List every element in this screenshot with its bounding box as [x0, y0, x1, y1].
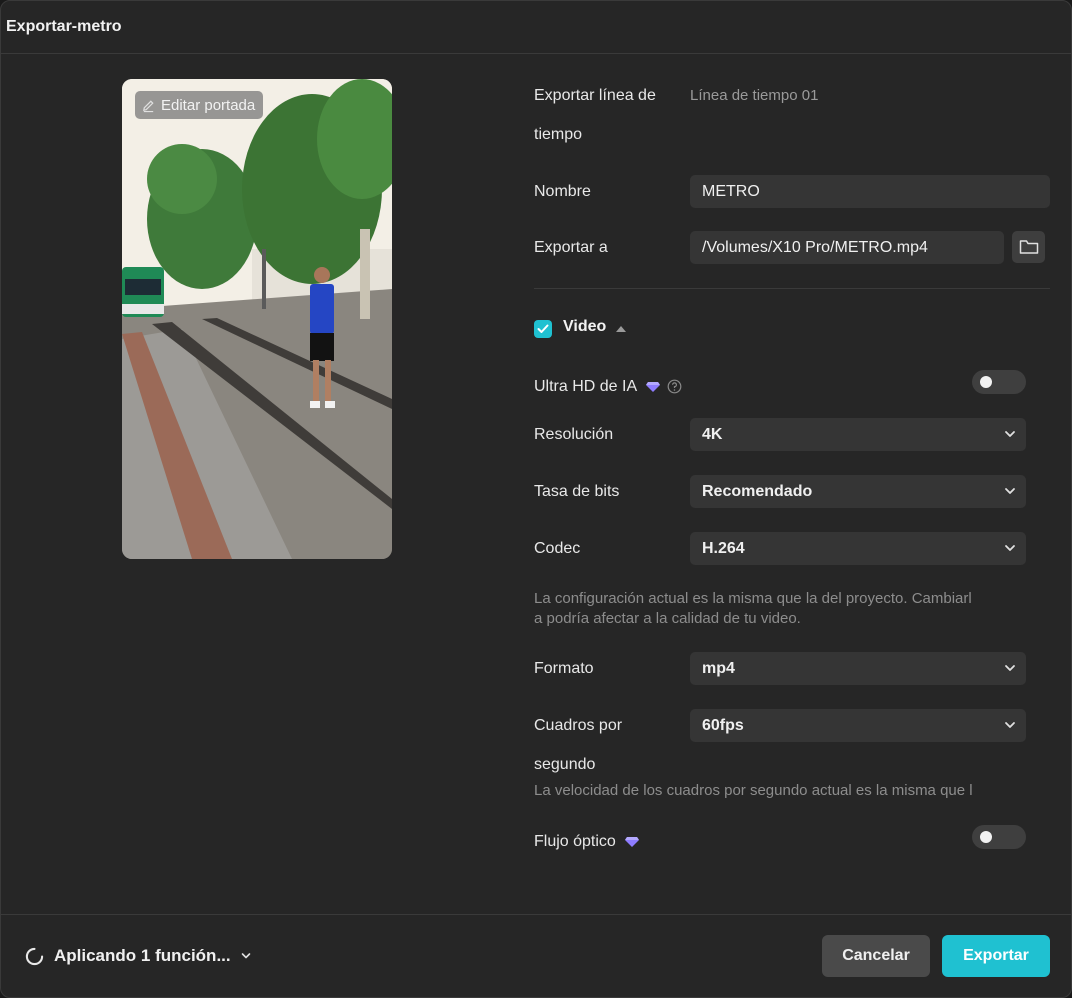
toggle-knob	[980, 831, 992, 843]
edit-cover-label: Editar portada	[161, 96, 256, 114]
export-button[interactable]: Exportar	[942, 935, 1050, 977]
format-value: mp4	[702, 659, 735, 677]
ultra-hd-label-text: Ultra HD de IA	[534, 378, 637, 395]
chevron-down-icon	[1005, 722, 1015, 728]
timeline-label-line2: tiempo	[534, 126, 583, 143]
spinner-icon	[25, 947, 44, 965]
optical-flow-toggle[interactable]	[972, 825, 1026, 849]
premium-gem-icon	[645, 381, 660, 392]
chevron-down-icon	[241, 953, 250, 959]
window-title: Exportar-metro	[6, 18, 122, 35]
codec-note-line2: a podría afectar a la calidad de tu vide…	[534, 610, 801, 627]
chevron-down-icon	[1005, 545, 1015, 551]
optical-flow-label-text: Flujo óptico	[534, 833, 616, 850]
optical-flow-label: Flujo óptico	[534, 822, 640, 861]
bitrate-value: Recomendado	[702, 482, 813, 500]
fps-select[interactable]: 60fps	[690, 709, 1026, 742]
timeline-value: Línea de tiempo 01	[690, 87, 819, 104]
browse-folder-button[interactable]	[1012, 231, 1045, 263]
format-label: Formato	[534, 660, 594, 677]
video-checkbox[interactable]	[534, 320, 552, 338]
fps-label-line2: segundo	[534, 756, 596, 773]
name-label: Nombre	[534, 183, 591, 200]
codec-select[interactable]: H.264	[690, 532, 1026, 565]
processing-status[interactable]: Aplicando 1 función...	[25, 946, 251, 966]
checkmark-icon	[537, 324, 549, 333]
export-path-value: /Volumes/X10 Pro/METRO.mp4	[702, 238, 928, 256]
resolution-value: 4K	[702, 425, 723, 443]
collapse-caret-icon[interactable]	[616, 326, 626, 332]
pencil-icon	[143, 99, 154, 112]
chevron-down-icon	[1005, 665, 1015, 671]
edit-cover-button[interactable]: Editar portada	[135, 91, 264, 119]
codec-label: Codec	[534, 540, 581, 557]
name-input-value: METRO	[702, 182, 760, 200]
preview-image	[122, 79, 392, 559]
toggle-knob	[980, 376, 992, 388]
bitrate-label: Tasa de bits	[534, 483, 620, 500]
video-section-label: Video	[563, 318, 607, 335]
name-input[interactable]: METRO	[690, 175, 1050, 208]
cancel-button[interactable]: Cancelar	[822, 935, 930, 977]
format-select[interactable]: mp4	[690, 652, 1026, 685]
bitrate-select[interactable]: Recomendado	[690, 475, 1026, 508]
dialog-footer: Aplicando 1 función... Cancelar Exportar	[1, 914, 1071, 997]
processing-status-text: Aplicando 1 función...	[54, 946, 231, 965]
fps-label: Cuadros por	[534, 717, 623, 734]
chevron-down-icon	[1005, 488, 1015, 494]
video-preview: Editar portada	[122, 79, 392, 559]
export-to-label: Exportar a	[534, 239, 608, 256]
export-dialog: Exportar-metro Editar portada Exportar l…	[0, 0, 1072, 998]
fps-note: La velocidad de los cuadros por segundo …	[534, 782, 973, 799]
export-path-input[interactable]: /Volumes/X10 Pro/METRO.mp4	[690, 231, 1004, 264]
fps-value: 60fps	[702, 716, 744, 734]
ultra-hd-label: Ultra HD de IA	[534, 367, 682, 406]
section-divider	[534, 288, 1050, 289]
chevron-down-icon	[1005, 431, 1015, 437]
ultra-hd-toggle[interactable]	[972, 370, 1026, 394]
premium-gem-icon	[625, 836, 640, 847]
help-icon[interactable]	[667, 379, 682, 394]
timeline-label: Exportar línea de	[534, 87, 656, 104]
codec-value: H.264	[702, 539, 745, 557]
title-bar: Exportar-metro	[1, 1, 1071, 54]
resolution-label: Resolución	[534, 426, 614, 443]
resolution-select[interactable]: 4K	[690, 418, 1026, 451]
folder-icon	[1019, 240, 1038, 254]
codec-note: La configuración actual es la misma que …	[534, 590, 972, 607]
